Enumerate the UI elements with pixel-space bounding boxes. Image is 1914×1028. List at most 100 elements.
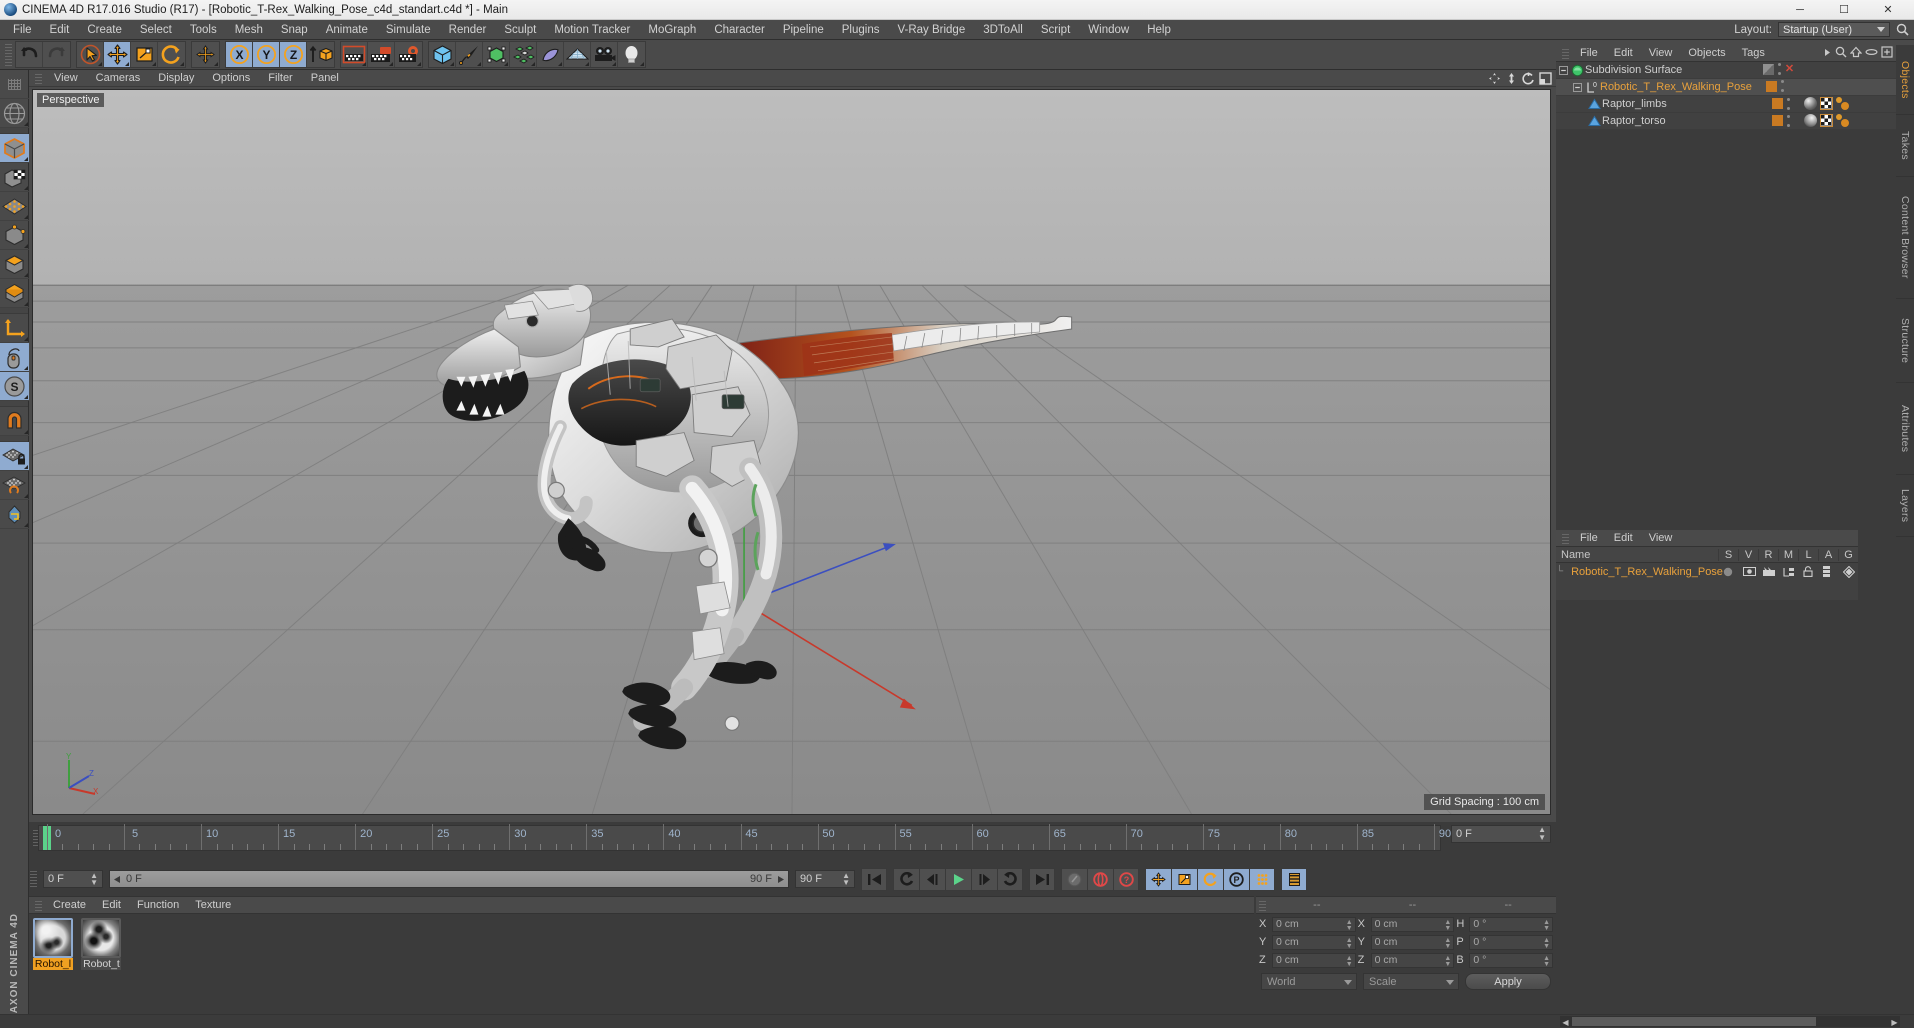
add-mograph-cloner-button[interactable] bbox=[510, 42, 537, 67]
world-axis-toggle[interactable] bbox=[192, 42, 219, 67]
object-row-robotic-trex[interactable]: 0 Robotic_T_Rex_Walking_Pose bbox=[1556, 79, 1896, 96]
vtab-attributes[interactable]: Attributes bbox=[1896, 383, 1914, 475]
lm-menu-view[interactable]: View bbox=[1641, 530, 1681, 547]
menu-item-help[interactable]: Help bbox=[1138, 20, 1180, 40]
polygon-select-mode-icon[interactable] bbox=[0, 279, 29, 308]
om-menu-tags[interactable]: Tags bbox=[1734, 45, 1773, 62]
layer-list-empty[interactable] bbox=[1556, 580, 1858, 600]
menu-item-simulate[interactable]: Simulate bbox=[377, 20, 440, 40]
coordinates-grip[interactable] bbox=[1259, 898, 1266, 912]
menu-item-plugins[interactable]: Plugins bbox=[833, 20, 889, 40]
layer-row[interactable]: └ Robotic_T_Rex_Walking_Pose bbox=[1556, 563, 1858, 580]
mm-menu-texture[interactable]: Texture bbox=[187, 897, 239, 914]
play-button[interactable] bbox=[945, 867, 971, 891]
end-frame-input[interactable]: 90 F ▲ ▼ bbox=[795, 870, 855, 888]
lock-x-axis-button[interactable]: X bbox=[226, 42, 253, 67]
layer-col-a[interactable]: A bbox=[1818, 548, 1838, 561]
range-start-handle-icon[interactable] bbox=[113, 875, 123, 884]
workplane-rotate-icon[interactable] bbox=[0, 471, 29, 500]
material-thumbnail[interactable] bbox=[81, 918, 122, 958]
live-selection-tool[interactable] bbox=[77, 42, 104, 67]
layer-generator-icon[interactable] bbox=[1842, 565, 1863, 578]
add-floor-button[interactable] bbox=[564, 42, 591, 67]
record-position-button[interactable] bbox=[1145, 867, 1171, 891]
lock-z-axis-button[interactable]: Z bbox=[280, 42, 307, 67]
position-z-input[interactable]: 0 cm ▲ ▼ bbox=[1272, 952, 1356, 968]
menu-item-mograph[interactable]: MoGraph bbox=[639, 20, 705, 40]
layer-manager-grip[interactable] bbox=[1562, 531, 1569, 545]
uvw-tag-icon[interactable] bbox=[1820, 114, 1833, 127]
menu-item-select[interactable]: Select bbox=[131, 20, 181, 40]
position-x-input[interactable]: 0 cm ▲ ▼ bbox=[1272, 916, 1356, 932]
viewport-grip[interactable] bbox=[35, 71, 42, 85]
record-parameter-button[interactable]: P bbox=[1223, 867, 1249, 891]
menu-item-sculpt[interactable]: Sculpt bbox=[495, 20, 545, 40]
perspective-viewport[interactable]: Perspective Grid Spacing : 100 cm Y X Z bbox=[32, 89, 1551, 815]
display-color-swatch[interactable] bbox=[1766, 80, 1777, 92]
spinner-icon[interactable]: ▲ ▼ bbox=[1346, 919, 1353, 932]
material-thumbnail[interactable] bbox=[33, 918, 73, 958]
palette-grip[interactable] bbox=[0, 70, 29, 99]
vtab-layers[interactable]: Layers bbox=[1896, 475, 1914, 537]
record-rotation-button[interactable] bbox=[1197, 867, 1223, 891]
rotate-view-icon[interactable] bbox=[1522, 72, 1535, 85]
material-item[interactable]: Robot_t bbox=[81, 918, 122, 970]
scroll-right-arrow-icon[interactable]: ▶ bbox=[1889, 1017, 1900, 1028]
spinner-icon[interactable]: ▲ ▼ bbox=[1444, 937, 1451, 950]
move-tool[interactable] bbox=[104, 42, 131, 67]
lm-menu-file[interactable]: File bbox=[1572, 530, 1606, 547]
visibility-dots-icon[interactable] bbox=[1780, 80, 1784, 92]
menu-item-character[interactable]: Character bbox=[705, 20, 774, 40]
toolbar-grip[interactable] bbox=[5, 41, 12, 68]
current-frame-input[interactable]: 0 F ▲ ▼ bbox=[43, 870, 103, 888]
om-menu-file[interactable]: File bbox=[1572, 45, 1606, 62]
layer-col-r[interactable]: R bbox=[1758, 548, 1778, 561]
add-spline-pen-button[interactable] bbox=[456, 42, 483, 67]
apply-button[interactable]: Apply bbox=[1465, 973, 1551, 990]
add-cube-button[interactable] bbox=[429, 42, 456, 67]
collapse-all-icon[interactable] bbox=[1865, 46, 1878, 58]
close-button[interactable]: ✕ bbox=[1866, 0, 1910, 20]
mm-menu-create[interactable]: Create bbox=[45, 897, 94, 914]
points-mode-icon[interactable] bbox=[0, 192, 29, 221]
viewport-menu-cameras[interactable]: Cameras bbox=[87, 70, 150, 87]
material-tag-icon[interactable] bbox=[1804, 114, 1817, 127]
layer-col-g[interactable]: G bbox=[1838, 548, 1858, 561]
display-color-swatch[interactable] bbox=[1772, 98, 1783, 109]
menu-item-mesh[interactable]: Mesh bbox=[226, 20, 272, 40]
menu-item-snap[interactable]: Snap bbox=[272, 20, 317, 40]
add-camera-button[interactable] bbox=[591, 42, 618, 67]
menu-item-edit[interactable]: Edit bbox=[41, 20, 79, 40]
playback-grip[interactable] bbox=[30, 869, 37, 889]
scale-tool[interactable] bbox=[131, 42, 158, 67]
undo-button[interactable] bbox=[16, 42, 43, 67]
object-row-raptor-limbs[interactable]: Raptor_limbs bbox=[1556, 96, 1896, 113]
spinner-icon[interactable]: ▲ ▼ bbox=[842, 872, 850, 887]
robotic-trex-model[interactable] bbox=[33, 90, 1550, 814]
spinner-icon[interactable]: ▲ ▼ bbox=[1543, 919, 1550, 932]
menu-item-vray-bridge[interactable]: V-Ray Bridge bbox=[888, 20, 974, 40]
object-row-raptor-torso[interactable]: Raptor_torso bbox=[1556, 113, 1896, 130]
zoom-view-icon[interactable] bbox=[1505, 72, 1518, 85]
layer-render-icon[interactable] bbox=[1762, 567, 1783, 576]
go-to-start-button[interactable] bbox=[861, 867, 887, 891]
vtab-structure[interactable]: Structure bbox=[1896, 299, 1914, 383]
menu-item-pipeline[interactable]: Pipeline bbox=[774, 20, 833, 40]
go-to-end-button[interactable] bbox=[1029, 867, 1055, 891]
spinner-icon[interactable]: ▲ ▼ bbox=[1346, 937, 1353, 950]
add-array-button[interactable] bbox=[483, 42, 510, 67]
layer-col-l[interactable]: L bbox=[1798, 548, 1818, 561]
render-to-picture-viewer-button[interactable] bbox=[368, 42, 395, 67]
material-tag-icon[interactable] bbox=[1804, 97, 1817, 110]
render-view-button[interactable] bbox=[341, 42, 368, 67]
vtab-takes[interactable]: Takes bbox=[1896, 115, 1914, 177]
om-menu-edit[interactable]: Edit bbox=[1606, 45, 1641, 62]
layer-visible-icon[interactable] bbox=[1742, 567, 1763, 576]
vtab-objects[interactable]: Objects bbox=[1896, 45, 1914, 115]
material-manager-grip[interactable] bbox=[35, 898, 42, 912]
layer-col-s[interactable]: S bbox=[1718, 548, 1738, 561]
spinner-icon[interactable]: ▲ ▼ bbox=[90, 872, 98, 887]
texture-mode-icon[interactable] bbox=[0, 163, 29, 192]
model-mode-icon[interactable] bbox=[0, 134, 29, 163]
visibility-dots-icon[interactable] bbox=[1786, 97, 1790, 110]
